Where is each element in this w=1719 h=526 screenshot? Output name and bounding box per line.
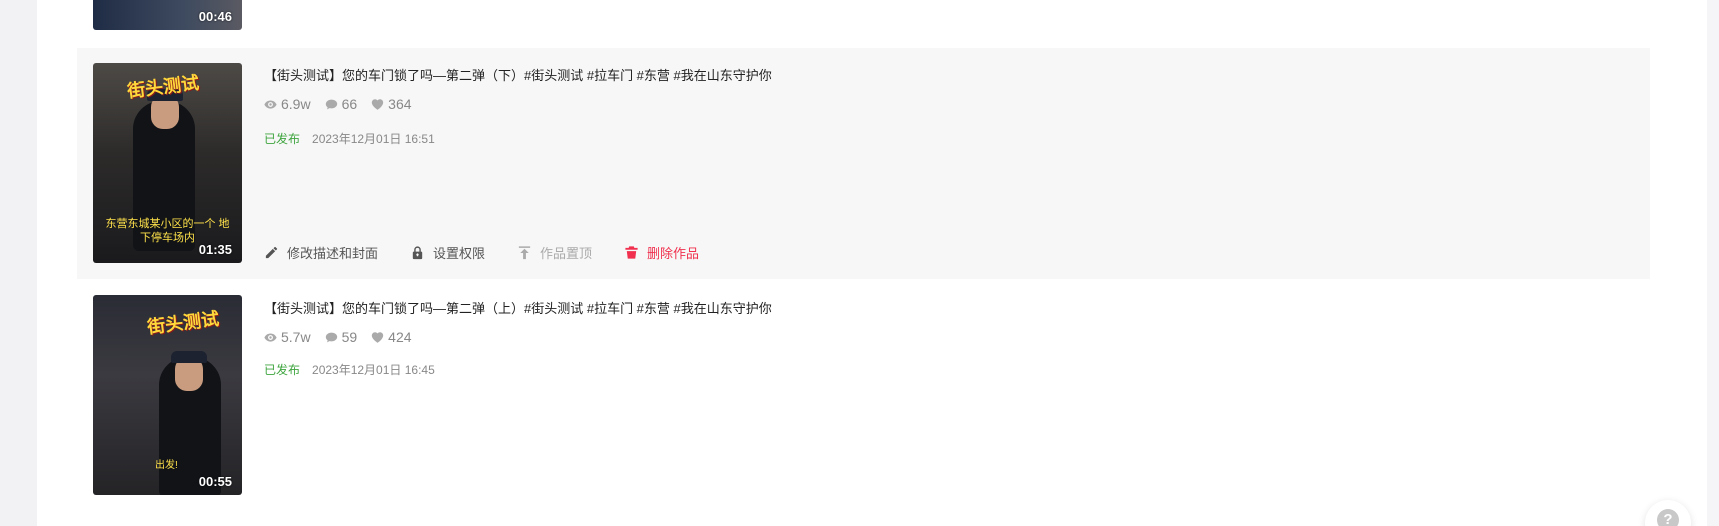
thumbnail-caption: 出发! (155, 460, 178, 471)
comment-icon (325, 99, 337, 109)
thumbnail-badge: 街头测试 (126, 72, 201, 102)
like-count-value: 364 (388, 96, 412, 112)
question-icon: ? (1657, 509, 1679, 526)
eye-icon (264, 99, 277, 109)
like-count-value: 424 (388, 329, 412, 345)
status-badge: 已发布 (264, 132, 301, 146)
heart-icon (371, 98, 384, 110)
view-count-value: 5.7w (281, 329, 311, 345)
set-permission-label: 设置权限 (433, 246, 486, 261)
delete-work-label: 删除作品 (647, 246, 700, 261)
video-thumbnail[interactable]: 街头测试 东营东城某小区的一个 地下停车场内 01:35 (93, 63, 242, 263)
thumbnail-figure-cap (171, 351, 207, 363)
like-count: 424 (371, 329, 412, 345)
work-title[interactable]: 【街头测试】您的车门锁了吗—第二弹（下）#街头测试 #拉车门 #东营 #我在山东… (264, 65, 772, 84)
pin-work-label: 作品置顶 (540, 246, 593, 261)
video-duration: 00:55 (198, 474, 232, 489)
heart-icon (371, 331, 384, 343)
view-count-value: 6.9w (281, 96, 311, 112)
work-item: 街头测试 东营东城某小区的一个 地下停车场内 01:35 【街头测试】您的车门锁… (77, 48, 1650, 279)
works-list-panel: 00:46 街头测试 东营东城某小区的一个 地下停车场内 01:35 【街头测试… (37, 0, 1719, 526)
work-item: 00:46 (77, 0, 1650, 30)
work-item: 街头测试 出发! 00:55 【街头测试】您的车门锁了吗—第二弹（上）#街头测试… (77, 279, 1650, 526)
work-stats: 5.7w 59 424 (264, 328, 412, 346)
set-permission-button[interactable]: 设置权限 (410, 243, 485, 262)
lock-icon (412, 246, 423, 260)
like-count: 364 (371, 96, 412, 112)
video-thumbnail[interactable]: 00:46 (93, 0, 242, 30)
video-duration: 00:46 (198, 9, 232, 24)
pin-work-button[interactable]: 作品置顶 (517, 243, 592, 262)
work-stats: 6.9w 66 364 (264, 95, 412, 113)
video-duration: 01:35 (198, 242, 232, 257)
publish-info: 已发布 2023年12月01日 16:51 (264, 130, 435, 147)
thumbnail-badge: 街头测试 (146, 308, 221, 338)
comment-icon (325, 332, 337, 342)
eye-icon (264, 332, 277, 342)
view-count: 6.9w (264, 96, 311, 112)
pin-top-icon (518, 246, 531, 260)
trash-icon (625, 246, 638, 259)
comment-count: 59 (325, 329, 358, 345)
video-thumbnail[interactable]: 街头测试 出发! 00:55 (93, 295, 242, 495)
work-title[interactable]: 【街头测试】您的车门锁了吗—第二弹（上）#街头测试 #拉车门 #东营 #我在山东… (264, 298, 772, 317)
thumbnail-caption: 东营东城某小区的一个 地下停车场内 (105, 218, 230, 244)
publish-date: 2023年12月01日 16:45 (312, 363, 435, 377)
delete-work-button[interactable]: 删除作品 (624, 243, 699, 262)
edit-description-button[interactable]: 修改描述和封面 (264, 243, 378, 262)
page-scrollbar[interactable] (1707, 0, 1719, 526)
publish-info: 已发布 2023年12月01日 16:45 (264, 361, 435, 378)
comment-count-value: 59 (341, 329, 358, 345)
comment-count: 66 (325, 96, 358, 112)
view-count: 5.7w (264, 329, 311, 345)
work-actions: 修改描述和封面 设置权限 作品置顶 删除作品 (264, 243, 699, 262)
pencil-icon (265, 246, 278, 259)
edit-description-label: 修改描述和封面 (287, 246, 379, 261)
status-badge: 已发布 (264, 363, 301, 377)
comment-count-value: 66 (341, 96, 358, 112)
publish-date: 2023年12月01日 16:51 (312, 132, 435, 146)
